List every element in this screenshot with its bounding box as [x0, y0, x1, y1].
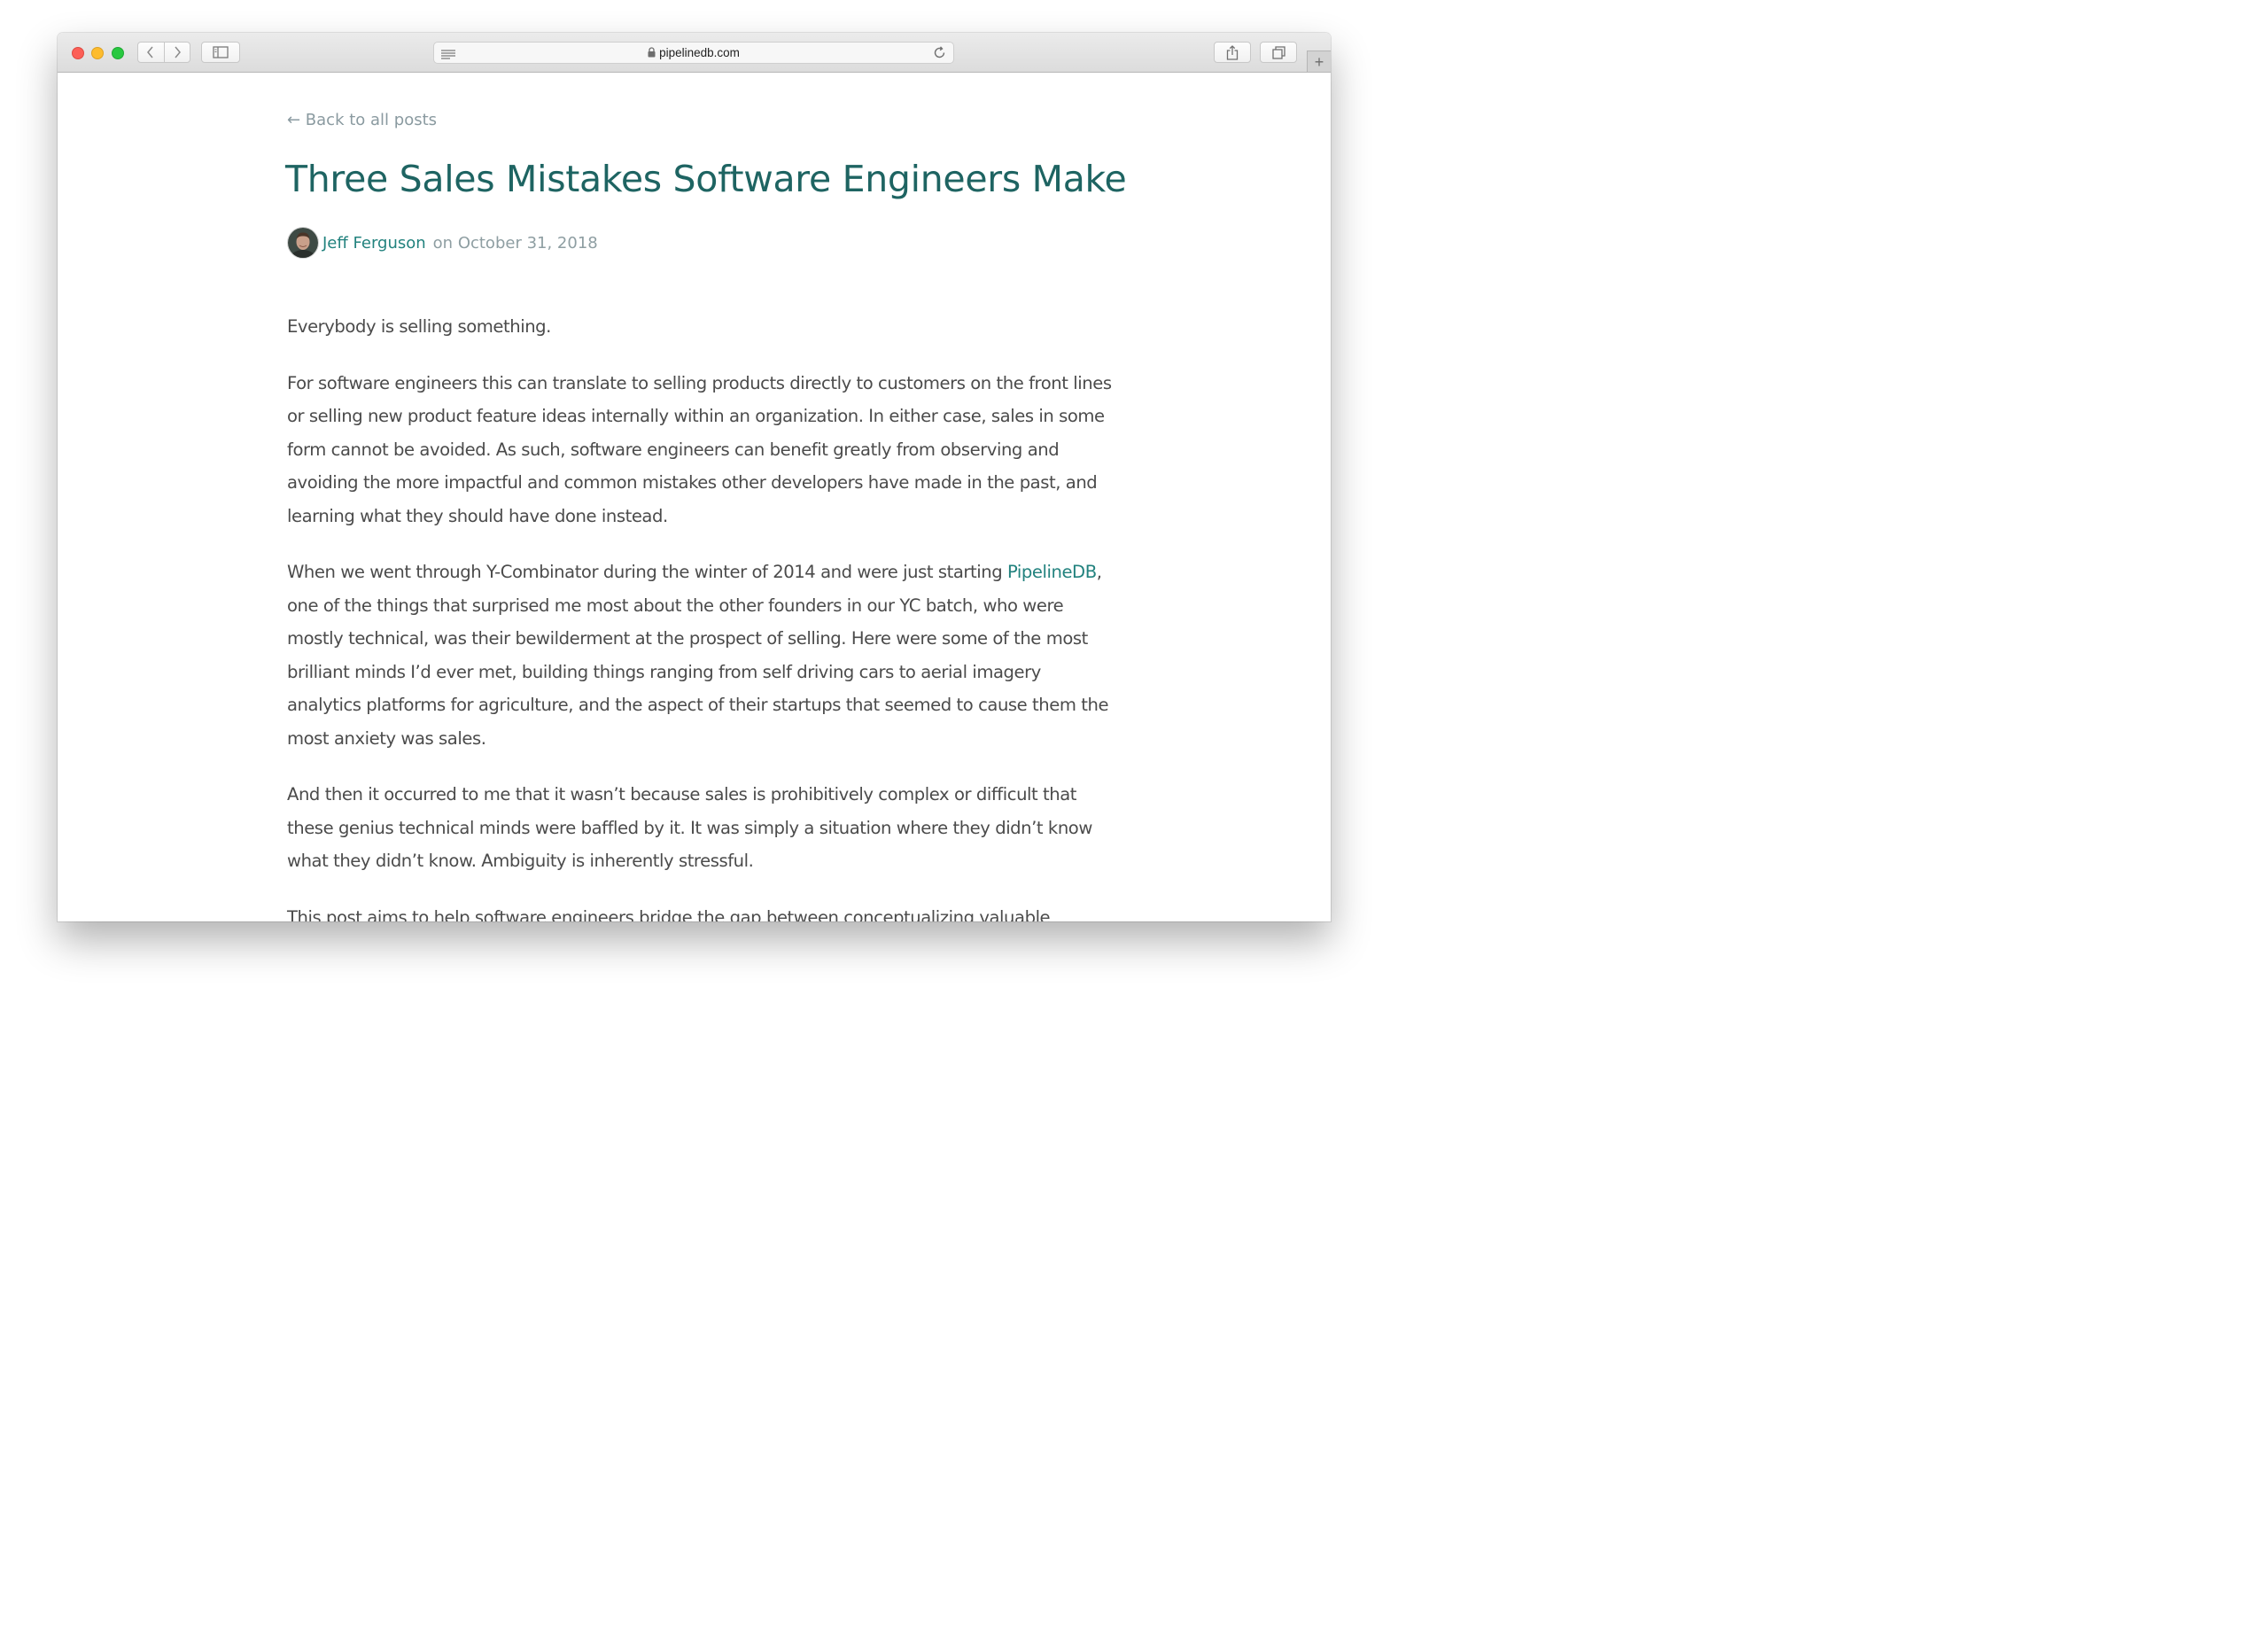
show-tabs-button[interactable]	[1260, 42, 1297, 63]
tabs-overview-icon	[1271, 45, 1285, 59]
sidebar-icon	[213, 46, 229, 58]
address-bar[interactable]: pipelinedb.com	[433, 42, 954, 64]
paragraph: For software engineers this can translat…	[287, 372, 1112, 526]
paragraph: Everybody is selling something.	[287, 316, 551, 337]
new-tab-button[interactable]: +	[1307, 51, 1331, 72]
plus-icon: +	[1314, 52, 1324, 71]
browser-toolbar: pipelinedb.com +	[58, 33, 1331, 73]
reload-button[interactable]	[933, 46, 946, 63]
share-icon	[1226, 44, 1239, 60]
article-body: Everybody is selling something. For soft…	[287, 310, 1120, 921]
chevron-left-icon	[147, 46, 153, 58]
back-button[interactable]	[138, 43, 164, 62]
browser-window: pipelinedb.com + ← Back to all posts Thr…	[58, 33, 1331, 921]
back-to-posts-link[interactable]: ← Back to all posts	[287, 111, 437, 129]
fullscreen-window-button[interactable]	[112, 47, 124, 59]
paragraph: This post aims to help software engineer…	[287, 906, 1051, 922]
url-text: pipelinedb.com	[659, 46, 740, 59]
paragraph: And then it occurred to me that it wasn’…	[287, 784, 1092, 871]
author-avatar	[287, 227, 319, 259]
paragraph-text: When we went through Y-Combinator during…	[287, 562, 1007, 582]
close-window-button[interactable]	[72, 47, 84, 59]
paragraph-text: , one of the things that surprised me mo…	[287, 562, 1109, 749]
page-content: ← Back to all posts Three Sales Mistakes…	[58, 73, 1331, 921]
minimize-window-button[interactable]	[91, 47, 104, 59]
paragraph: When we went through Y-Combinator during…	[287, 556, 1120, 755]
forward-button[interactable]	[163, 43, 190, 62]
pipelinedb-link[interactable]: PipelineDB	[1007, 562, 1097, 582]
byline: Jeff Ferguson on October 31, 2018	[287, 226, 598, 260]
nav-buttons	[137, 42, 190, 63]
author-link[interactable]: Jeff Ferguson	[322, 234, 426, 253]
url-text-wrap: pipelinedb.com	[434, 46, 953, 59]
article-title: Three Sales Mistakes Software Engineers …	[285, 158, 1127, 200]
sidebar-toggle-button[interactable]	[201, 42, 240, 63]
reload-icon	[934, 46, 945, 58]
post-date: on October 31, 2018	[432, 233, 598, 253]
chevron-right-icon	[175, 46, 181, 58]
share-button[interactable]	[1214, 42, 1251, 63]
lock-icon	[648, 47, 656, 58]
